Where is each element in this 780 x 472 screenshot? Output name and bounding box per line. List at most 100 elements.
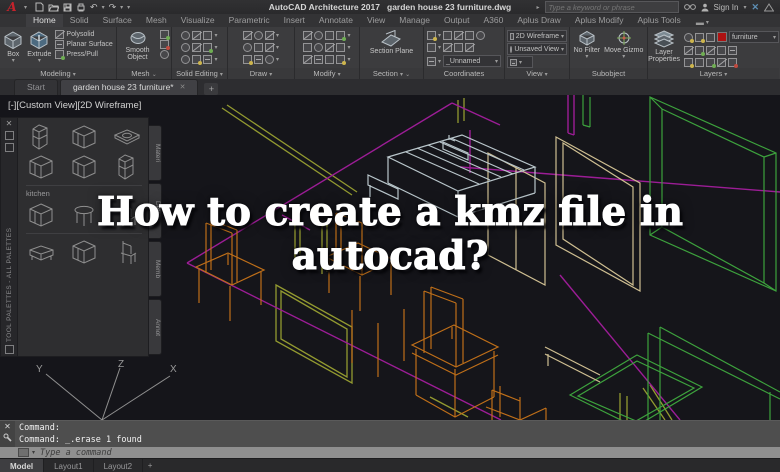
layer-tool-icon[interactable] bbox=[727, 58, 738, 68]
tab-visualize[interactable]: Visualize bbox=[174, 14, 222, 27]
panel-label-solid-editing[interactable]: Solid Editing ▾ bbox=[172, 68, 227, 79]
solid-tool-icon[interactable] bbox=[192, 31, 202, 40]
solid-tool-icon[interactable] bbox=[192, 43, 202, 52]
application-menu-button[interactable]: A bbox=[0, 0, 24, 14]
subtract-icon[interactable] bbox=[181, 43, 191, 52]
sign-in-caret-icon[interactable]: ▾ bbox=[743, 4, 746, 11]
palette-item-cabinet-slim[interactable] bbox=[112, 153, 142, 181]
undo-icon[interactable]: ↶ bbox=[90, 2, 98, 12]
palette-item-cabinet-drawers[interactable] bbox=[69, 153, 99, 181]
command-input[interactable] bbox=[38, 446, 780, 459]
tab-layout1[interactable]: Layout1 bbox=[44, 459, 94, 472]
binoculars-search-icon[interactable] bbox=[683, 3, 696, 11]
ucs-name-select[interactable]: _Unnamed ▾ bbox=[443, 55, 501, 67]
save-icon[interactable] bbox=[63, 3, 72, 12]
move-icon[interactable] bbox=[303, 31, 313, 40]
solid-tool-icon[interactable] bbox=[192, 55, 203, 65]
new-layout-button[interactable]: + bbox=[143, 459, 157, 472]
ucs-icon[interactable] bbox=[443, 31, 452, 40]
panel-label-layers[interactable]: Layers ▾ bbox=[648, 68, 779, 79]
screencast-camera-icon[interactable]: ▬ ▾ bbox=[696, 18, 709, 27]
visual-style-select[interactable]: 2D Wireframe ▾ bbox=[507, 30, 567, 42]
stretch-icon[interactable] bbox=[314, 55, 324, 64]
tab-aplus-tools[interactable]: Aplus Tools bbox=[630, 14, 687, 27]
spline-icon[interactable] bbox=[264, 43, 274, 52]
file-tab-drawing[interactable]: garden house 23 furniture* ✕ bbox=[59, 79, 199, 95]
solid-tool-icon[interactable] bbox=[203, 31, 213, 40]
ucs-y-icon[interactable] bbox=[465, 43, 474, 52]
redo-caret-icon[interactable]: ▾ bbox=[120, 4, 123, 11]
tab-insert[interactable]: Insert bbox=[277, 14, 312, 27]
tab-mesh[interactable]: Mesh bbox=[139, 14, 174, 27]
open-file-icon[interactable] bbox=[48, 3, 60, 12]
layer-tool-icon[interactable] bbox=[683, 46, 693, 55]
layer-properties-button[interactable]: Layer Properties bbox=[648, 29, 682, 65]
panel-label-mesh[interactable]: Mesh ⌄ bbox=[117, 68, 171, 79]
panel-label-modeling[interactable]: Modeling ▾ bbox=[0, 68, 116, 79]
tab-home[interactable]: Home bbox=[26, 13, 63, 27]
redo-icon[interactable]: ↷ bbox=[109, 2, 117, 12]
palette-item-sink[interactable] bbox=[112, 123, 142, 151]
command-wrench-icon[interactable] bbox=[3, 433, 12, 442]
mirror-icon[interactable] bbox=[325, 43, 335, 52]
command-input-row[interactable]: ▾ bbox=[0, 446, 780, 459]
move-gizmo-button[interactable]: Move Gizmo ▾ bbox=[602, 29, 645, 62]
box-button[interactable]: Box ▾ bbox=[1, 29, 25, 66]
ellipse-icon[interactable] bbox=[264, 55, 274, 64]
panel-label-modify[interactable]: Modify ▾ bbox=[295, 68, 359, 79]
ucs-face-icon[interactable] bbox=[465, 31, 474, 40]
circle-icon[interactable] bbox=[253, 31, 263, 40]
ucs-x-icon[interactable] bbox=[454, 43, 463, 52]
ucs-axis-icon[interactable]: Y Z X bbox=[18, 358, 198, 420]
palette-autohide-icon[interactable] bbox=[4, 131, 14, 140]
command-recent-caret-icon[interactable]: ▾ bbox=[32, 449, 35, 456]
layer-lock-icon[interactable] bbox=[705, 32, 715, 42]
rotate-icon[interactable] bbox=[314, 31, 324, 40]
tab-a360[interactable]: A360 bbox=[476, 14, 510, 27]
tab-output[interactable]: Output bbox=[437, 14, 477, 27]
palette-tab-annotation[interactable]: Annot bbox=[149, 299, 162, 355]
layer-tool-icon[interactable] bbox=[683, 58, 694, 68]
tab-annotate[interactable]: Annotate bbox=[312, 14, 360, 27]
polyline-icon[interactable] bbox=[264, 31, 274, 40]
arc-icon[interactable] bbox=[242, 43, 252, 52]
viewport-config-select[interactable]: ▾ bbox=[507, 56, 533, 68]
tab-layout2[interactable]: Layout2 bbox=[94, 459, 144, 472]
layer-tool-icon[interactable] bbox=[694, 46, 705, 56]
section-plane-button[interactable]: Section Plane bbox=[368, 29, 415, 56]
planar-surface-button[interactable]: Planar Surface bbox=[55, 40, 113, 49]
layer-on-bulb-icon[interactable] bbox=[683, 32, 694, 43]
palette-properties-icon[interactable] bbox=[4, 143, 14, 152]
layer-tool-icon[interactable] bbox=[716, 46, 726, 55]
qat-customize-caret-icon[interactable]: ▾ bbox=[127, 4, 130, 11]
search-flyout-caret-icon[interactable]: ▸ bbox=[537, 4, 540, 11]
layer-tool-icon[interactable] bbox=[716, 58, 726, 67]
layer-tool-icon[interactable] bbox=[705, 58, 716, 68]
mesh-tool-icon[interactable] bbox=[160, 50, 169, 59]
tab-aplus-draw[interactable]: Aplus Draw bbox=[510, 14, 567, 27]
exchange-apps-icon[interactable]: ✕ bbox=[751, 2, 759, 13]
layer-freeze-sun-icon[interactable] bbox=[694, 32, 705, 43]
line-icon[interactable] bbox=[242, 31, 252, 40]
smooth-object-button[interactable]: Smooth Object bbox=[117, 29, 158, 63]
file-tab-close-icon[interactable]: ✕ bbox=[180, 83, 186, 91]
viewport-controls-label[interactable]: [-][Custom View][2D Wireframe] bbox=[8, 100, 141, 111]
panel-label-section[interactable]: Section ▾ ⌄ bbox=[360, 68, 423, 79]
union-icon[interactable] bbox=[181, 31, 191, 40]
mesh-tool-icon[interactable] bbox=[160, 30, 170, 40]
panel-label-view[interactable]: View ▾ bbox=[505, 68, 569, 79]
fillet-icon[interactable] bbox=[336, 43, 346, 52]
palette-close-icon[interactable]: ✕ bbox=[6, 120, 13, 128]
tab-aplus-modify[interactable]: Aplus Modify bbox=[568, 14, 631, 27]
application-menu-caret-icon[interactable]: ▾ bbox=[24, 4, 27, 11]
layer-color-swatch[interactable] bbox=[716, 32, 727, 42]
copy-icon[interactable] bbox=[336, 31, 347, 41]
polysolid-button[interactable]: Polysolid bbox=[55, 30, 112, 39]
offset-icon[interactable] bbox=[314, 43, 324, 52]
tab-model[interactable]: Model bbox=[0, 459, 45, 472]
layer-select[interactable]: furniture ▾ bbox=[728, 31, 779, 43]
layer-tool-icon[interactable] bbox=[705, 46, 715, 55]
plot-icon[interactable] bbox=[76, 3, 86, 12]
rectangle-icon[interactable] bbox=[253, 43, 263, 52]
mesh-tool-icon[interactable] bbox=[160, 40, 170, 50]
